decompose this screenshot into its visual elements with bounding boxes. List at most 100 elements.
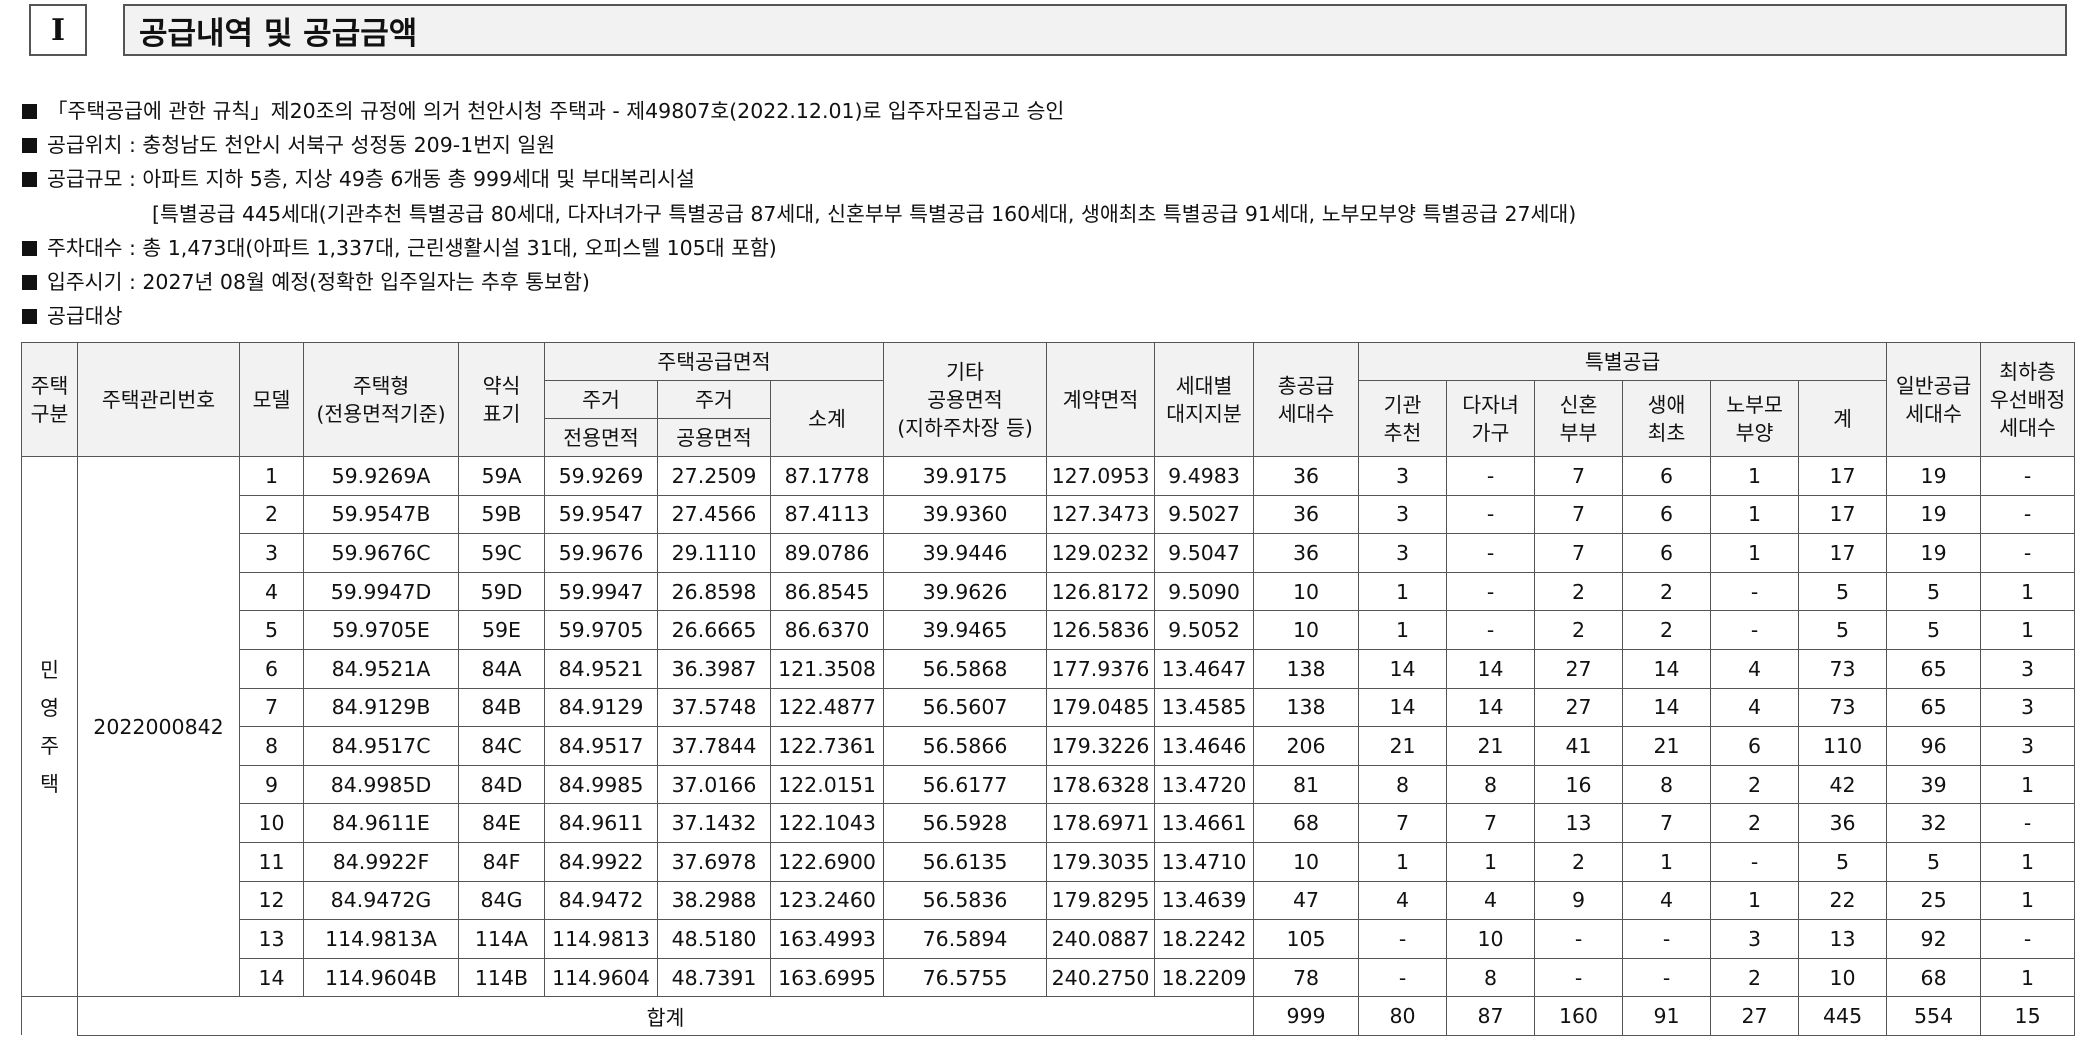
table-cell: 84.9521A bbox=[303, 648, 459, 689]
table-row: 13 114.9813A 114A 114.9813 48.5180 163.4993 76… bbox=[22, 919, 2076, 959]
table-cell: 39.9626 bbox=[883, 571, 1048, 612]
table-cell: 127.3473 bbox=[1046, 494, 1156, 535]
table-cell: 1 bbox=[1980, 880, 2076, 921]
supply-table: 주택 구분 주택관리번호 모델 주택형 (전용면적기준) 약식 표기 주택공급면적 기… bbox=[21, 342, 2076, 1036]
table-cell: 5 bbox=[239, 610, 304, 650]
table-cell: 84D bbox=[458, 764, 545, 805]
table-cell: 1 bbox=[1710, 533, 1800, 573]
table-cell: 59.9947 bbox=[544, 571, 658, 612]
table-cell: 3 bbox=[1358, 494, 1448, 535]
table-cell: 13.4646 bbox=[1154, 726, 1255, 766]
table-cell: 2 bbox=[1622, 571, 1712, 612]
table-cell: 178.6971 bbox=[1046, 803, 1156, 843]
table-cell: 114.9604 bbox=[544, 957, 658, 998]
table-cell: 19 bbox=[1886, 456, 1982, 496]
table-cell: 59D bbox=[458, 571, 545, 612]
total-cell: 15 bbox=[1980, 996, 2076, 1036]
table-cell: 5 bbox=[1886, 571, 1982, 612]
table-cell: 84.9985D bbox=[303, 764, 459, 805]
square-bullet-icon bbox=[22, 274, 37, 290]
table-cell: 41 bbox=[1534, 726, 1624, 766]
table-cell: 3 bbox=[1710, 919, 1800, 959]
table-cell: 21 bbox=[1358, 726, 1448, 766]
table-cell: 59.9269 bbox=[544, 456, 658, 496]
table-cell: 2 bbox=[1534, 610, 1624, 650]
section-number: I bbox=[29, 4, 87, 56]
table-cell: 2 bbox=[239, 494, 304, 535]
table-cell: 177.9376 bbox=[1046, 648, 1156, 689]
table-cell: - bbox=[1980, 456, 2076, 496]
table-cell: - bbox=[1446, 494, 1536, 535]
table-cell: 122.6900 bbox=[769, 841, 885, 882]
table-cell: 59.9705 bbox=[544, 610, 658, 650]
table-cell: - bbox=[1446, 533, 1536, 573]
square-bullet-icon bbox=[22, 172, 37, 188]
table-row: 6 84.9521A 84A 84.9521 36.3987 121.3508 56.586… bbox=[22, 648, 2076, 689]
header-res-1: 주거 bbox=[544, 380, 658, 419]
table-cell: 22 bbox=[1798, 880, 1888, 921]
table-cell: 84.9521 bbox=[544, 648, 658, 689]
table-cell: 14 bbox=[239, 957, 304, 998]
table-row: 4 59.9947D 59D 59.9947 26.8598 86.8545 39.9626… bbox=[22, 571, 2076, 612]
table-cell: 56.6177 bbox=[883, 764, 1048, 805]
table-cell: 105 bbox=[1253, 919, 1360, 959]
table-cell: 25 bbox=[1886, 880, 1982, 921]
total-cell: 999 bbox=[1253, 996, 1360, 1036]
table-cell: 48.7391 bbox=[657, 957, 771, 998]
table-cell: 8 bbox=[1358, 764, 1448, 805]
table-cell: 1 bbox=[1710, 494, 1800, 535]
table-cell: 121.3508 bbox=[769, 648, 885, 689]
table-cell: 9.5027 bbox=[1154, 494, 1255, 535]
square-bullet-icon bbox=[22, 104, 37, 119]
table-cell: 5 bbox=[1798, 610, 1888, 650]
table-cell: 5 bbox=[1886, 841, 1982, 882]
table-cell: 10 bbox=[1446, 919, 1536, 959]
table-cell: 10 bbox=[239, 803, 304, 843]
table-cell: 17 bbox=[1798, 494, 1888, 535]
table-cell: 56.5836 bbox=[883, 880, 1048, 921]
table-cell: 8 bbox=[239, 726, 304, 766]
header-abbr: 약식 표기 bbox=[458, 342, 545, 457]
table-cell: 84E bbox=[458, 803, 545, 843]
section-title: 공급내역 및 공급금액 bbox=[123, 4, 2067, 56]
table-row: 10 84.9611E 84E 84.9611 37.1432 122.1043 56.59… bbox=[22, 803, 2076, 843]
table-cell: 3 bbox=[1980, 648, 2076, 689]
total-row: 합계 999 80 87 160 91 27 445 554 15 bbox=[21, 996, 2076, 1036]
table-cell: 1 bbox=[1358, 610, 1448, 650]
supply-table-wrapper: 주택 구분 주택관리번호 모델 주택형 (전용면적기준) 약식 표기 주택공급면적 기… bbox=[21, 342, 2076, 1036]
table-cell: 38.2988 bbox=[657, 880, 771, 921]
table-cell: 3 bbox=[1980, 726, 2076, 766]
table-cell: 59.9547 bbox=[544, 494, 658, 535]
table-cell: 13.4710 bbox=[1154, 841, 1255, 882]
header-housing-category: 주택 구분 bbox=[21, 342, 78, 457]
header-sp-first-time: 생애 최초 bbox=[1622, 380, 1712, 457]
table-cell: 27.4566 bbox=[657, 494, 771, 535]
table-cell: 5 bbox=[1798, 571, 1888, 612]
table-cell: 84.9517 bbox=[544, 726, 658, 766]
table-cell: 14 bbox=[1358, 648, 1448, 689]
table-cell: 4 bbox=[1710, 687, 1800, 728]
table-cell: 39.9360 bbox=[883, 494, 1048, 535]
table-cell: 110 bbox=[1798, 726, 1888, 766]
table-cell: 9.5052 bbox=[1154, 610, 1255, 650]
table-cell: 179.3035 bbox=[1046, 841, 1156, 882]
table-cell: 6 bbox=[1622, 456, 1712, 496]
table-cell: 126.5836 bbox=[1046, 610, 1156, 650]
table-cell: 13.4647 bbox=[1154, 648, 1255, 689]
table-cell: 37.0166 bbox=[657, 764, 771, 805]
table-cell: 73 bbox=[1798, 687, 1888, 728]
table-cell: 18.2242 bbox=[1154, 919, 1255, 959]
table-cell: - bbox=[1710, 571, 1800, 612]
table-cell: 32 bbox=[1886, 803, 1982, 843]
table-cell: 16 bbox=[1534, 764, 1624, 805]
table-cell: - bbox=[1446, 456, 1536, 496]
table-cell: 37.7844 bbox=[657, 726, 771, 766]
table-cell: 84.9472G bbox=[303, 880, 459, 921]
table-cell: 59A bbox=[458, 456, 545, 496]
header-house-type: 주택형 (전용면적기준) bbox=[303, 342, 459, 457]
bullet-approval: 「주택공급에 관한 규칙」제20조의 규정에 의거 천안시청 주택과 - 제49… bbox=[22, 94, 1576, 128]
table-cell: - bbox=[1446, 571, 1536, 612]
total-cell: 80 bbox=[1358, 996, 1448, 1036]
table-cell: 6 bbox=[1622, 494, 1712, 535]
table-cell: 122.0151 bbox=[769, 764, 885, 805]
